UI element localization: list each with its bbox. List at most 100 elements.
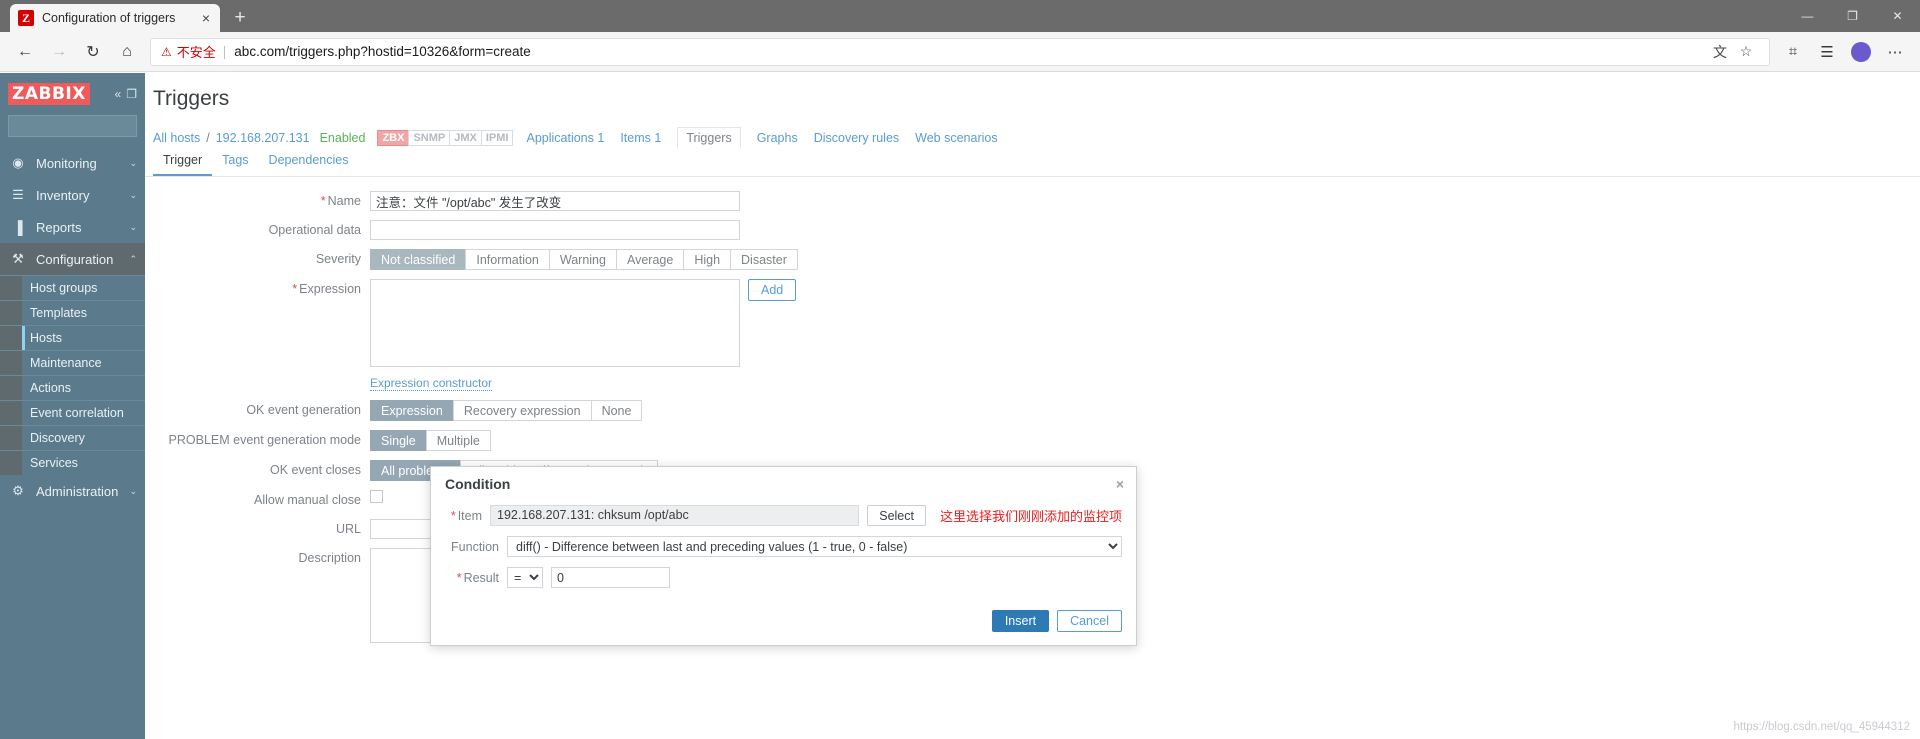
zabbix-logo: ZABBIX	[8, 83, 90, 105]
ok-event-generation-label: OK event generation	[246, 403, 361, 417]
url-label: URL	[335, 522, 361, 536]
required-marker: *	[320, 194, 326, 208]
ok-event-option-expression[interactable]: Expression	[370, 400, 453, 421]
wrench-icon: ⚒	[12, 251, 24, 266]
sidebar-subitem-label: Actions	[30, 381, 71, 395]
nav-link-triggers[interactable]: Triggers	[677, 127, 741, 149]
sidebar-item-inventory[interactable]: ☰ Inventory ⌄	[0, 179, 145, 211]
result-operator-select[interactable]: =	[507, 567, 543, 588]
operational-data-input[interactable]	[370, 220, 740, 240]
severity-option-not-classified[interactable]: Not classified	[370, 249, 466, 270]
omnibox-separator: |	[222, 44, 227, 59]
profile-avatar[interactable]	[1851, 41, 1871, 62]
settings-more-icon[interactable]: ⋯	[1878, 36, 1912, 68]
function-select[interactable]: diff() - Difference between last and pre…	[507, 536, 1122, 557]
back-icon[interactable]: ←	[8, 36, 42, 68]
ok-event-option-recovery-expression[interactable]: Recovery expression	[452, 400, 591, 421]
sidebar-collapse-icon[interactable]: «	[115, 87, 122, 101]
tab-dependencies[interactable]: Dependencies	[259, 149, 359, 176]
sidebar-hide-icon[interactable]: ❐	[126, 87, 137, 101]
breadcrumb-host[interactable]: 192.168.207.131	[216, 131, 310, 145]
tab-tags[interactable]: Tags	[212, 149, 258, 176]
address-bar[interactable]: ⚠ 不安全 | abc.com/triggers.php?hostid=1032…	[150, 37, 1770, 66]
sidebar-item-discovery[interactable]: Discovery	[0, 425, 145, 450]
sidebar-item-maintenance[interactable]: Maintenance	[0, 350, 145, 375]
sidebar-item-hosts[interactable]: Hosts	[0, 325, 145, 350]
name-label: * Name	[145, 191, 370, 211]
operational-data-control	[370, 220, 740, 240]
severity-option-disaster[interactable]: Disaster	[730, 249, 798, 270]
item-input[interactable]: 192.168.207.131: chksum /opt/abc	[490, 505, 860, 526]
nav-link-applications[interactable]: Applications 1	[526, 131, 604, 145]
reload-icon[interactable]: ↻	[76, 36, 110, 68]
insert-button[interactable]: Insert	[991, 610, 1050, 632]
expression-constructor-link[interactable]: Expression constructor	[370, 376, 493, 391]
severity-option-warning[interactable]: Warning	[548, 249, 616, 270]
sidebar-search[interactable]: ⚲	[8, 115, 183, 137]
expression-textarea[interactable]	[370, 279, 740, 367]
result-value-input[interactable]	[551, 567, 670, 588]
cancel-button[interactable]: Cancel	[1057, 610, 1122, 632]
problem-event-option-multiple[interactable]: Multiple	[425, 430, 491, 451]
window-minimize-icon[interactable]: —	[1785, 0, 1830, 32]
omnibox-actions: 文 ☆	[1707, 39, 1759, 65]
severity-option-high[interactable]: High	[683, 249, 731, 270]
browser-tab[interactable]: Z Configuration of triggers ×	[10, 4, 220, 32]
nav-link-discovery-rules[interactable]: Discovery rules	[814, 131, 899, 145]
window-maximize-icon[interactable]: ❐	[1830, 0, 1875, 32]
form-row-expression: * Expression Add	[145, 279, 1920, 367]
select-item-button[interactable]: Select	[867, 505, 926, 526]
annotation-text: 这里选择我们刚刚添加的监控项	[939, 509, 1122, 524]
sidebar-item-monitoring[interactable]: ◉ Monitoring ⌄	[0, 147, 145, 179]
home-icon[interactable]: ⌂	[110, 36, 144, 68]
sidebar-item-reports[interactable]: ▐ Reports ⌄	[0, 211, 145, 243]
close-icon[interactable]: ×	[1116, 477, 1124, 491]
tab-close-icon[interactable]: ×	[198, 10, 214, 26]
sidebar-item-administration[interactable]: ⚙ Administration ⌄	[0, 475, 145, 507]
tab-title: Configuration of triggers	[42, 11, 176, 25]
dialog-header: Condition ×	[431, 467, 1136, 499]
problem-event-generation-mode-control: Single Multiple	[370, 430, 491, 451]
expression-label: * Expression	[145, 279, 370, 299]
name-input[interactable]	[370, 191, 740, 211]
sidebar-item-templates[interactable]: Templates	[0, 300, 145, 325]
window-close-icon[interactable]: ✕	[1875, 0, 1920, 32]
forward-icon[interactable]: →	[42, 36, 76, 68]
gear-icon: ⚙	[12, 483, 24, 498]
severity-option-information[interactable]: Information	[465, 249, 549, 270]
sidebar-subitem-label: Templates	[30, 306, 87, 320]
favorites-bar-icon[interactable]: ⌗	[1776, 36, 1810, 68]
nav-link-items[interactable]: Items 1	[620, 131, 661, 145]
sidebar-item-host-groups[interactable]: Host groups	[0, 275, 145, 300]
allow-manual-close-checkbox[interactable]	[370, 490, 383, 503]
severity-option-average[interactable]: Average	[615, 249, 684, 270]
new-tab-button[interactable]: +	[226, 4, 254, 32]
breadcrumb-all-hosts[interactable]: All hosts	[153, 131, 200, 145]
required-marker: *	[450, 508, 456, 523]
collections-icon[interactable]: ☰	[1810, 36, 1844, 68]
ok-event-option-none[interactable]: None	[590, 400, 643, 421]
browser-toolbar: ⌗ ☰ ⋯	[1776, 36, 1912, 68]
dialog-body: * Item 192.168.207.131: chksum /opt/abc S…	[431, 499, 1136, 604]
nav-link-graphs[interactable]: Graphs	[757, 131, 798, 145]
problem-event-option-single[interactable]: Single	[370, 430, 426, 451]
sidebar-submenu: Host groups Templates Hosts Maintenance …	[0, 275, 145, 475]
sidebar-item-label: Configuration	[36, 251, 114, 267]
favorite-star-icon[interactable]: ☆	[1733, 39, 1759, 65]
sidebar-item-configuration[interactable]: ⚒ Configuration ⌃	[0, 243, 145, 275]
sidebar-subitem-label: Host groups	[30, 281, 98, 295]
sidebar-header-icons: « ❐	[115, 87, 137, 101]
item-label-text: Item	[457, 508, 482, 523]
protocol-badge-ipmi: IPMI	[480, 130, 514, 146]
sidebar-item-actions[interactable]: Actions	[0, 375, 145, 400]
tab-trigger[interactable]: Trigger	[153, 149, 213, 176]
sidebar-item-event-correlation[interactable]: Event correlation	[0, 400, 145, 425]
function-label: Function	[451, 539, 499, 554]
protocol-badge-zbx: ZBX	[377, 130, 410, 146]
translate-icon[interactable]: 文	[1707, 39, 1733, 65]
nav-link-web-scenarios[interactable]: Web scenarios	[915, 131, 997, 145]
add-expression-button[interactable]: Add	[748, 279, 797, 301]
sidebar-item-services[interactable]: Services	[0, 450, 145, 475]
chevron-down-icon: ⌄	[129, 157, 137, 168]
problem-event-generation-mode-label: PROBLEM event generation mode	[168, 433, 361, 447]
